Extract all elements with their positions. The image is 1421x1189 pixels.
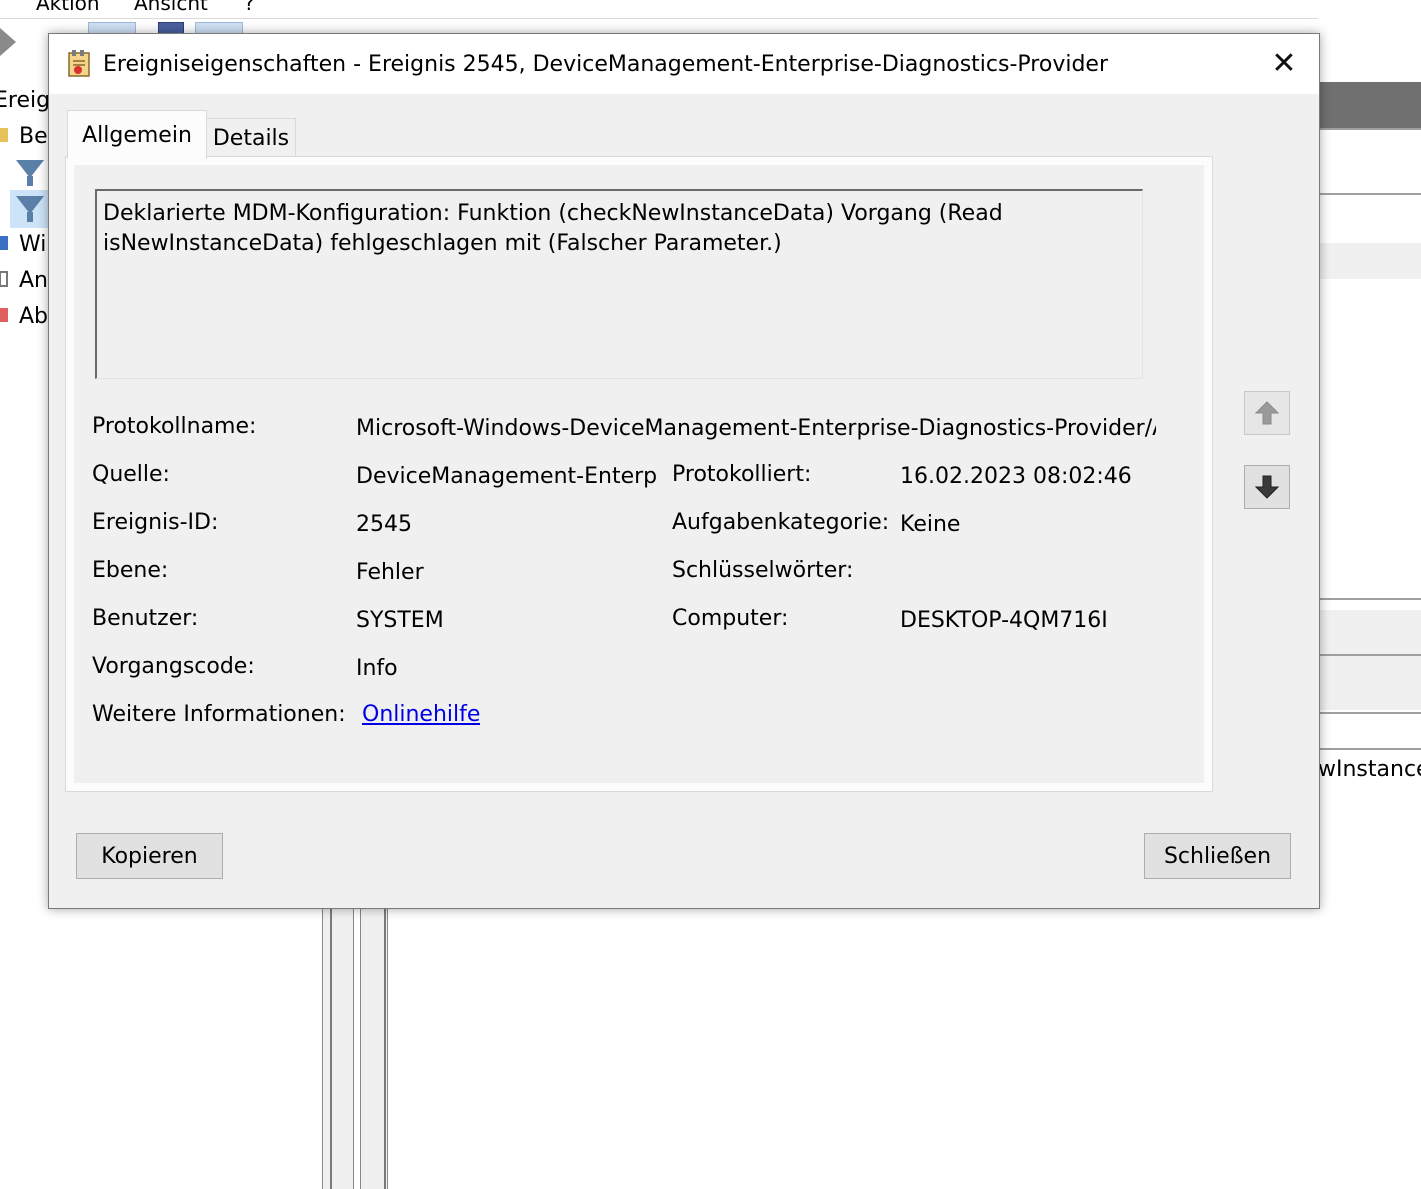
- value-quelle[interactable]: DeviceManagement-Enterpri: [356, 464, 656, 489]
- value-protokolliert[interactable]: 16.02.2023 08:02:46: [900, 464, 1140, 489]
- next-event-button[interactable]: [1244, 465, 1290, 509]
- close-button[interactable]: ✕: [1249, 34, 1319, 94]
- event-properties-dialog: Ereigniseigenschaften - Ereignis 2545, D…: [48, 33, 1320, 909]
- background-list-row: [1318, 243, 1421, 279]
- menu-help[interactable]: ?: [244, 0, 255, 15]
- label-schluesselwoerter: Schlüsselwörter:: [672, 558, 854, 583]
- pane-splitter[interactable]: [322, 907, 354, 1189]
- divider: [1318, 128, 1421, 130]
- value-protokollname[interactable]: Microsoft-Windows-DeviceManagement-Enter…: [356, 416, 1156, 441]
- label-aufgabenkategorie: Aufgabenkategorie:: [672, 510, 890, 535]
- dialog-titlebar[interactable]: Ereigniseigenschaften - Ereignis 2545, D…: [49, 34, 1319, 94]
- label-protokollname: Protokollname:: [92, 414, 257, 439]
- menu-ansicht[interactable]: Ansicht: [134, 0, 208, 15]
- background-detail-tabs: [1318, 610, 1421, 710]
- copy-button-label: Kopieren: [101, 843, 198, 869]
- label-protokolliert: Protokolliert:: [672, 462, 812, 487]
- divider: [384, 907, 386, 1189]
- label-ereignis-id: Ereignis-ID:: [92, 510, 219, 535]
- filter-icon-stem: [27, 176, 33, 186]
- tree-item-custom-views[interactable]: Be: [19, 124, 48, 149]
- tab-label: Allgemein: [82, 122, 192, 148]
- tree-item-app-logs[interactable]: An: [19, 268, 48, 293]
- online-help-link[interactable]: Onlinehilfe: [362, 702, 480, 727]
- folder-icon: [0, 124, 18, 144]
- divider: [1318, 748, 1421, 750]
- event-description[interactable]: Deklarierte MDM-Konfiguration: Funktion …: [95, 189, 1143, 379]
- divider: [1318, 598, 1421, 600]
- previous-event-button[interactable]: [1244, 391, 1290, 435]
- tab-details[interactable]: Details: [206, 118, 296, 157]
- tab-label: Details: [212, 125, 290, 151]
- value-aufgabenkategorie[interactable]: Keine: [900, 512, 1140, 537]
- filter-icon-stem: [27, 212, 33, 222]
- back-arrow-icon[interactable]: [0, 28, 16, 56]
- dialog-title: Ereigniseigenschaften - Ereignis 2545, D…: [103, 52, 1108, 77]
- app-logs-icon: [0, 268, 18, 288]
- label-weitere-informationen: Weitere Informationen:: [92, 702, 346, 727]
- value-computer[interactable]: DESKTOP-4QM716I: [900, 608, 1140, 633]
- label-quelle: Quelle:: [92, 462, 170, 487]
- divider: [330, 907, 332, 1189]
- divider: [1318, 654, 1421, 656]
- close-icon: ✕: [1271, 46, 1297, 81]
- divider: [1318, 712, 1421, 714]
- label-benutzer: Benutzer:: [92, 606, 199, 631]
- label-vorgangscode: Vorgangscode:: [92, 654, 255, 679]
- arrow-down-icon: [1255, 475, 1279, 499]
- background-detail-text: wInstanceI: [1318, 757, 1421, 782]
- value-vorgangscode[interactable]: Info: [356, 656, 656, 681]
- label-computer: Computer:: [672, 606, 789, 631]
- value-ereignis-id[interactable]: 2545: [356, 512, 656, 537]
- copy-button[interactable]: Kopieren: [76, 833, 223, 879]
- tree-item-subscriptions[interactable]: Ab: [19, 304, 48, 329]
- close-dialog-button[interactable]: Schließen: [1144, 833, 1291, 879]
- close-dialog-button-label: Schließen: [1163, 843, 1272, 869]
- label-ebene: Ebene:: [92, 558, 169, 583]
- tree-item-windows-logs[interactable]: Wi: [19, 232, 46, 257]
- windows-logs-icon: [0, 232, 18, 252]
- background-menubar: Aktion Ansicht ?: [0, 0, 1421, 19]
- value-benutzer[interactable]: SYSTEM: [356, 608, 656, 633]
- background-header-bar: [1318, 82, 1421, 128]
- value-ebene[interactable]: Fehler: [356, 560, 656, 585]
- arrow-up-icon: [1255, 401, 1279, 425]
- divider: [1318, 193, 1421, 195]
- menu-aktion[interactable]: Aktion: [36, 0, 100, 15]
- subscriptions-icon: [0, 304, 18, 324]
- tab-allgemein[interactable]: Allgemein: [67, 110, 207, 159]
- event-properties-icon: [67, 50, 93, 78]
